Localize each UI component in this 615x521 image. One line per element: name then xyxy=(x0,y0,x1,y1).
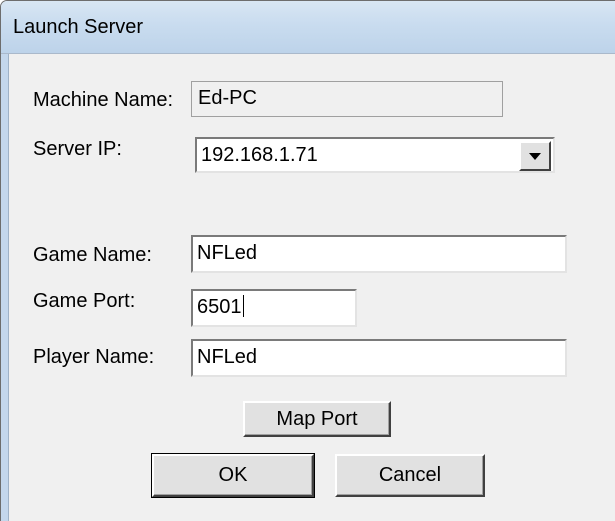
launch-server-dialog: Launch Server Machine Name: Ed-PC Server… xyxy=(0,0,615,521)
ok-button[interactable]: OK xyxy=(151,453,315,498)
machine-name-label: Machine Name: xyxy=(33,89,174,111)
player-name-value: NFLed xyxy=(197,346,258,368)
game-name-value: NFLed xyxy=(197,242,258,264)
map-port-button[interactable]: Map Port xyxy=(243,401,391,437)
text-caret xyxy=(242,295,244,317)
window-frame-left xyxy=(1,54,9,521)
machine-name-field: Ed-PC xyxy=(191,81,503,117)
machine-name-value: Ed-PC xyxy=(198,87,257,109)
server-ip-dropdown-button[interactable] xyxy=(519,141,551,171)
server-ip-value: 192.168.1.71 xyxy=(201,144,318,166)
dialog-client-area xyxy=(9,54,615,521)
cancel-button[interactable]: Cancel xyxy=(335,454,485,497)
player-name-field[interactable]: NFLed xyxy=(191,339,567,377)
window-title: Launch Server xyxy=(13,16,144,38)
server-ip-label: Server IP: xyxy=(33,138,122,160)
game-name-field[interactable]: NFLed xyxy=(191,235,567,273)
server-ip-combobox[interactable]: 192.168.1.71 xyxy=(195,137,555,173)
chevron-down-icon xyxy=(529,153,541,160)
player-name-label: Player Name: xyxy=(33,346,155,368)
game-port-field[interactable]: 6501 xyxy=(191,289,357,327)
title-bar[interactable]: Launch Server xyxy=(1,1,615,54)
game-port-label: Game Port: xyxy=(33,290,136,312)
game-port-value: 6501 xyxy=(197,296,242,318)
game-name-label: Game Name: xyxy=(33,244,152,266)
